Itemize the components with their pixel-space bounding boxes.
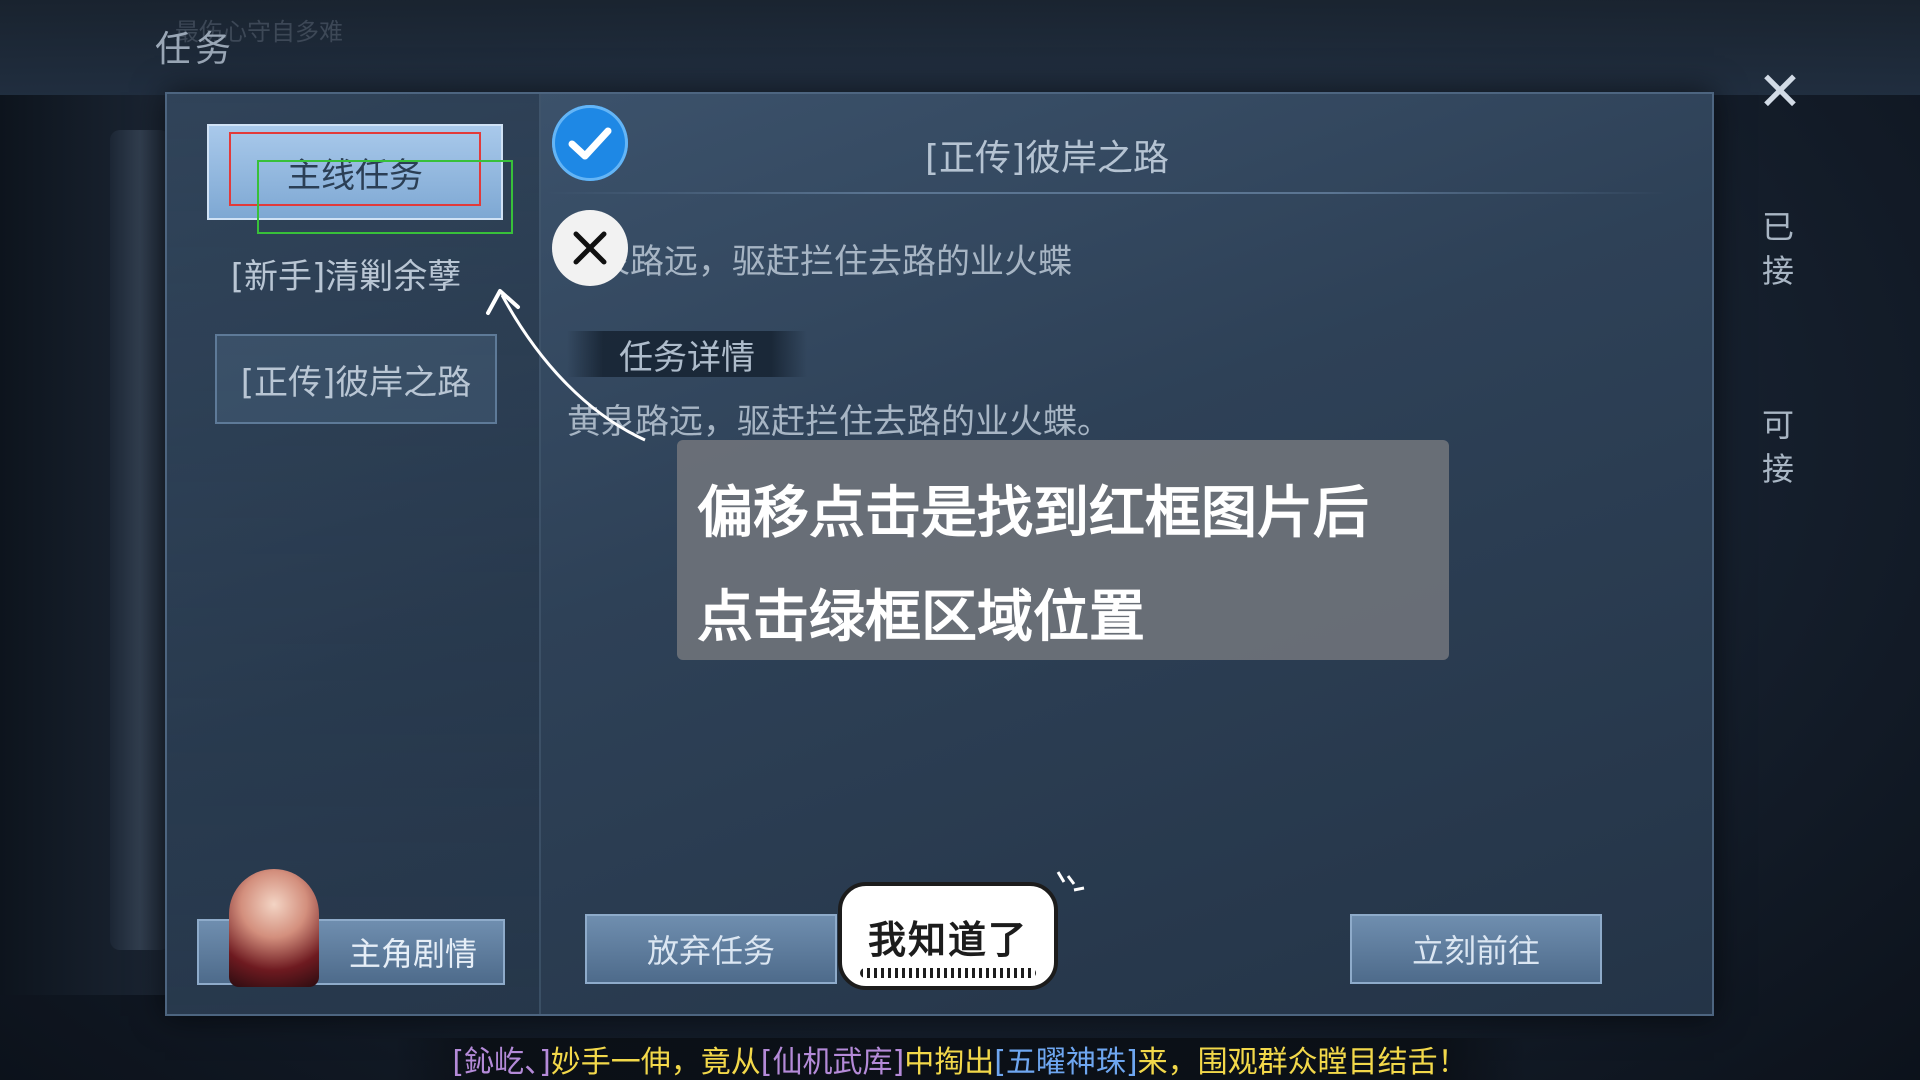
side-tab-available[interactable]: 可接 [1756, 403, 1800, 491]
ticker-text-2: 中掏出 [904, 1045, 995, 1080]
ticker-item-2: [五曜神珠] [994, 1045, 1138, 1080]
got-it-label: 我知道了 [867, 917, 1028, 962]
quest-title: [正传]彼岸之路 [924, 138, 1170, 179]
broadcast-ticker: [鈊屹、] 妙手一伸，竟从 [仙机武库] 中掏出 [五曜神珠] 来，围观群众瞠目… [395, 1038, 1525, 1080]
heroine-avatar [229, 869, 319, 987]
quest-list-panel: 主线任务 [新手]清剿余孽 [正传]彼岸之路 主角剧情 [167, 94, 541, 1014]
close-button[interactable]: ✕ [1755, 62, 1805, 122]
ticker-text-3: 来，围观群众瞠目结舌！ [1137, 1045, 1468, 1080]
ticker-text-1: 妙手一伸，竟从 [550, 1045, 761, 1080]
hint-line-1: 偏移点击是找到红框图片后 [697, 481, 1369, 546]
quest-summary: 黄泉路远，驱赶拦住去路的业火蝶 [562, 242, 1072, 282]
ticker-item-1: [仙机武库] [760, 1045, 905, 1080]
ticker-player: [鈊屹、] [452, 1045, 551, 1080]
abandon-quest-button[interactable]: 放弃任务 [585, 914, 837, 984]
cross-icon [552, 210, 628, 286]
spark-lines-icon [1056, 871, 1085, 892]
hint-line-2: 点击绿框区域位置 [697, 585, 1145, 650]
got-it-button[interactable]: 我知道了 [838, 882, 1058, 990]
pointer-arrow-icon [486, 289, 646, 442]
background-scroll-decoration [110, 130, 170, 950]
story-button-label: 主角剧情 [348, 935, 477, 973]
game-screen: 最伤心守自多难 任务 主线任务 [新手]清剿余孽 [正传]彼岸之路 主角剧情 [… [0, 0, 1920, 1080]
tab-main-quest[interactable]: 主线任务 [207, 124, 503, 220]
hint-tooltip: 偏移点击是找到红框图片后 点击绿框区域位置 [677, 440, 1449, 660]
story-button[interactable]: 主角剧情 [197, 869, 505, 987]
side-tab-accepted[interactable]: 已接 [1756, 205, 1800, 293]
checkmark-icon [552, 105, 628, 181]
quest-item-zhengzhuan[interactable]: [正传]彼岸之路 [215, 334, 497, 424]
window-title: 任务 [155, 29, 236, 70]
title-divider [547, 192, 1667, 194]
go-now-button[interactable]: 立刻前往 [1350, 914, 1602, 984]
quest-item-newbie[interactable]: [新手]清剿余孽 [207, 230, 485, 316]
